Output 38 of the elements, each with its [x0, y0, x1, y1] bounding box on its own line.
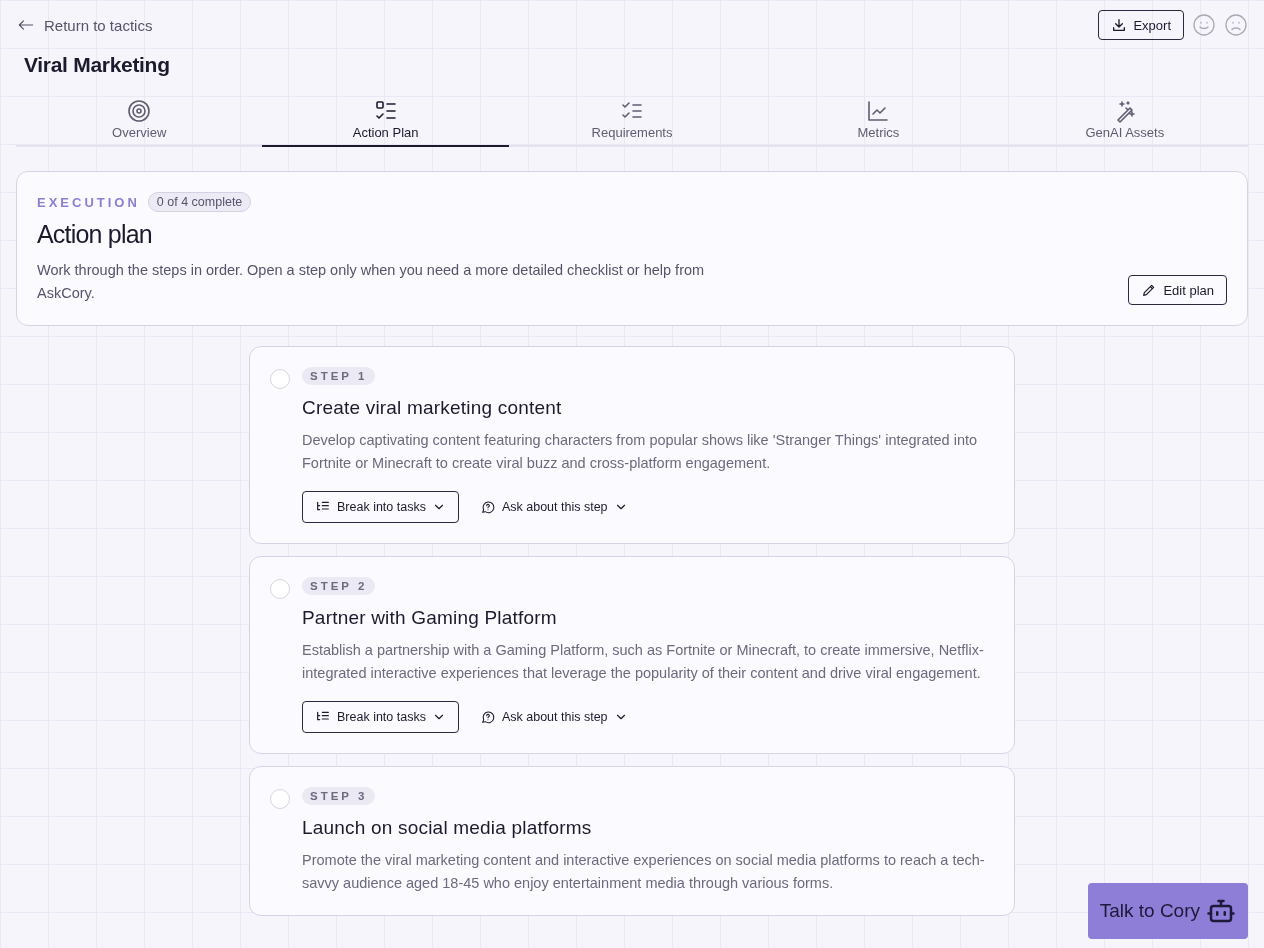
break-into-tasks-button[interactable]: Break into tasks	[302, 701, 459, 733]
ask-about-step-button[interactable]: Ask about this step	[470, 491, 641, 523]
break-into-tasks-button[interactable]: Break into tasks	[302, 491, 459, 523]
talk-to-cory-button[interactable]: Talk to Cory	[1087, 883, 1248, 939]
step-label: STEP 3	[302, 787, 376, 805]
tab[interactable]: GenAI Assets	[1001, 99, 1249, 147]
section-description: Work through the steps in order. Open a step only when you need a more detailed checklist or help from AskCory.	[37, 261, 706, 303]
line-chart-icon	[866, 99, 891, 123]
progress-badge: 0 of 4 complete	[147, 192, 252, 212]
tab[interactable]: Requirements	[508, 99, 756, 147]
tab[interactable]: Overview	[16, 99, 263, 147]
back-link[interactable]: Return to tactics	[16, 15, 153, 35]
export-button[interactable]: Export	[1098, 10, 1184, 40]
step-checkbox[interactable]	[270, 579, 290, 599]
back-link-label[interactable]: Return to tactics	[44, 16, 153, 34]
step-label: STEP 2	[302, 577, 376, 595]
step-description: Develop captivating content featuring characters from popular shows like 'Stranger Things' integrated into Fortnite or Minecraft to create viral buzz and cross-platform engagement.	[302, 431, 979, 473]
step-checkbox[interactable]	[270, 369, 290, 389]
step-title: Partner with Gaming Platform	[302, 607, 557, 629]
frowning-face-icon	[1224, 13, 1248, 37]
tab[interactable]: Action Plan	[262, 99, 509, 147]
download-icon	[1111, 17, 1128, 33]
step-description: Promote the viral marketing content and interactive experiences on social media platforms to reach a tech-savvy audience aged 18-45 who enjoy entertainment media through various forms.	[302, 851, 986, 893]
ask-about-step-button[interactable]: Ask about this step	[470, 701, 641, 733]
speech-bubble-question-icon	[479, 709, 496, 725]
smiley-face-icon	[1192, 13, 1216, 37]
edit-plan-button[interactable]: Edit plan	[1128, 275, 1227, 305]
step-title: Launch on social media platforms	[302, 817, 592, 839]
speech-bubble-question-icon	[479, 499, 496, 515]
step-title: Create viral marketing content	[302, 397, 562, 419]
section-eyebrow: EXECUTION	[37, 194, 140, 210]
target-icon	[127, 99, 152, 123]
step-label: STEP 1	[302, 367, 376, 385]
section-heading: Action plan	[37, 220, 153, 249]
page-title: Viral Marketing	[24, 53, 171, 77]
step-description: Establish a partnership with a Gaming Platform, such as Fortnite or Minecraft, to create immersive, Netflix-integrated interactive experiences that leverage the popularity of their content and drive viral engagement.	[302, 641, 985, 683]
tab[interactable]: Metrics	[755, 99, 1002, 147]
step-checkbox[interactable]	[270, 789, 290, 809]
